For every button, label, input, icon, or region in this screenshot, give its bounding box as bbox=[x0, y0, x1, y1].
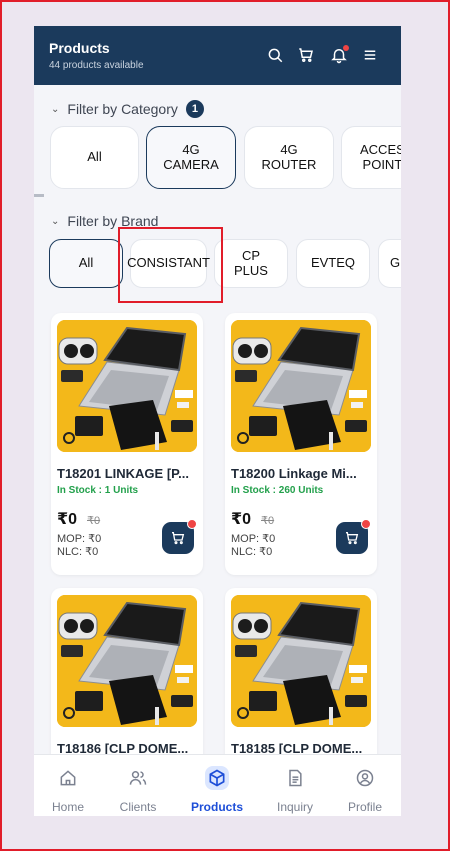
nav-home[interactable]: Home bbox=[38, 755, 98, 816]
page-title: Products bbox=[49, 40, 110, 56]
users-icon bbox=[126, 766, 150, 790]
chip-label: CAMERA bbox=[163, 156, 219, 172]
profile-icon bbox=[353, 766, 377, 790]
category-chip-access-point[interactable]: ACCES POINT bbox=[341, 126, 401, 189]
product-name: T18200 Linkage Mi... bbox=[231, 466, 357, 481]
product-image bbox=[57, 595, 197, 727]
cart-icon bbox=[346, 532, 359, 545]
nav-clients-label: Clients bbox=[119, 800, 157, 814]
product-image bbox=[231, 320, 371, 452]
chip-label: All bbox=[87, 149, 102, 165]
chip-label: All bbox=[78, 255, 94, 271]
menu-icon[interactable] bbox=[361, 46, 379, 64]
nav-profile[interactable]: Profile bbox=[335, 755, 395, 816]
home-icon bbox=[56, 766, 80, 790]
chip-label: CP bbox=[241, 248, 261, 264]
chip-label: EVTEQ bbox=[310, 255, 356, 271]
nlc-price: NLC: ₹0 bbox=[231, 546, 273, 558]
brand-chip-cp-plus[interactable]: CP PLUS bbox=[214, 239, 288, 288]
product-image bbox=[57, 320, 197, 452]
app-screen: Products 44 products available ⌄ Filter … bbox=[34, 26, 401, 816]
box-icon bbox=[205, 766, 229, 790]
product-price: ₹0 bbox=[57, 511, 78, 528]
product-name: T18201 LINKAGE [P... bbox=[57, 466, 189, 481]
category-chip-all[interactable]: All bbox=[50, 126, 139, 189]
brand-chip-all[interactable]: All bbox=[49, 239, 123, 288]
nav-products-label: Products bbox=[190, 800, 243, 814]
stock-status: In Stock : 1 Units bbox=[57, 485, 139, 496]
scroll-indicator bbox=[34, 194, 44, 197]
chip-label: ROUTER bbox=[261, 156, 317, 172]
original-price: ₹0 bbox=[261, 515, 275, 527]
nav-profile-label: Profile bbox=[347, 800, 382, 814]
cart-badge-dot bbox=[187, 519, 197, 529]
category-chip-4g-camera[interactable]: 4G CAMERA bbox=[146, 126, 236, 189]
category-filter-label: Filter by Category bbox=[67, 101, 178, 117]
product-card[interactable]: T18201 LINKAGE [P... In Stock : 1 Units … bbox=[51, 313, 203, 575]
add-to-cart-button[interactable] bbox=[336, 519, 371, 554]
app-header: Products 44 products available bbox=[34, 26, 401, 85]
product-count: 44 products available bbox=[49, 60, 144, 71]
chip-label: 4G bbox=[280, 142, 298, 158]
add-to-cart-button[interactable] bbox=[162, 519, 197, 554]
category-count-badge: 1 bbox=[185, 100, 204, 118]
cart-badge-dot bbox=[361, 519, 371, 529]
nav-home-label: Home bbox=[51, 800, 84, 814]
brand-chip-evteq[interactable]: EVTEQ bbox=[296, 239, 370, 288]
highlight-box bbox=[118, 227, 223, 303]
bottom-navigation: Home Clients Products Inquiry Profile bbox=[34, 754, 401, 816]
cart-icon bbox=[172, 532, 185, 545]
product-price: ₹0 bbox=[231, 511, 252, 528]
stock-status: In Stock : 260 Units bbox=[231, 485, 324, 496]
search-icon[interactable] bbox=[266, 46, 284, 64]
chip-label: PLUS bbox=[234, 262, 268, 278]
nlc-price: NLC: ₹0 bbox=[57, 546, 99, 558]
original-price: ₹0 bbox=[87, 515, 101, 527]
chevron-down-icon: ⌄ bbox=[51, 215, 60, 227]
nav-clients[interactable]: Clients bbox=[108, 755, 168, 816]
chip-label: ACCES bbox=[360, 142, 401, 158]
category-chip-4g-router[interactable]: 4G ROUTER bbox=[244, 126, 334, 189]
nav-inquiry-label: Inquiry bbox=[276, 800, 314, 814]
brand-chip-partial[interactable]: G bbox=[378, 239, 401, 288]
category-filter-toggle[interactable]: ⌄ Filter by Category 1 bbox=[51, 100, 204, 118]
nav-inquiry[interactable]: Inquiry bbox=[265, 755, 325, 816]
mop-price: MOP: ₹0 bbox=[231, 533, 276, 545]
product-image bbox=[231, 595, 371, 727]
notification-dot bbox=[343, 45, 349, 51]
document-icon bbox=[283, 766, 307, 790]
chip-label: 4G bbox=[182, 142, 200, 158]
chevron-down-icon: ⌄ bbox=[51, 103, 60, 115]
cart-icon[interactable] bbox=[297, 46, 315, 64]
nav-products[interactable]: Products bbox=[187, 755, 247, 816]
product-card[interactable]: T18200 Linkage Mi... In Stock : 260 Unit… bbox=[225, 313, 377, 575]
chip-label: POINT bbox=[362, 156, 401, 172]
bell-icon[interactable] bbox=[330, 45, 349, 64]
chip-label: G bbox=[390, 255, 401, 271]
mop-price: MOP: ₹0 bbox=[57, 533, 102, 545]
